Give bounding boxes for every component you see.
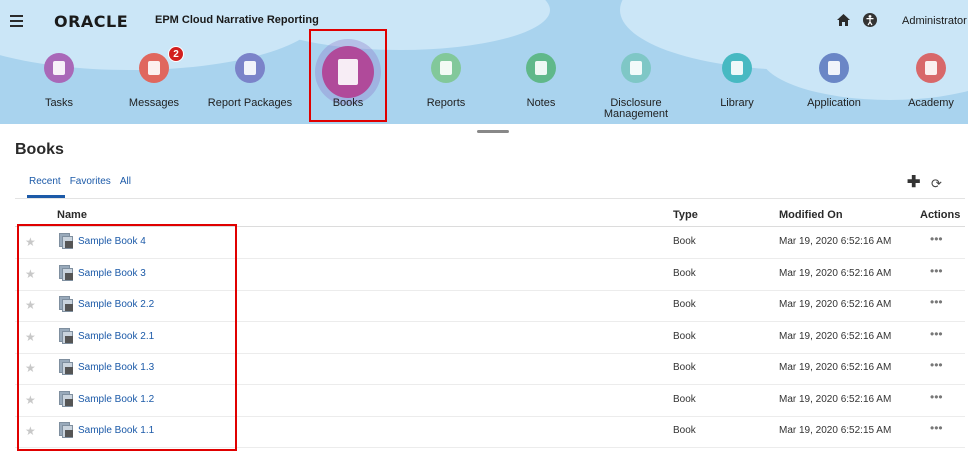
report-packages-icon [235,53,265,83]
row-actions-menu-icon[interactable]: ••• [930,295,943,309]
row-actions-menu-icon[interactable]: ••• [930,390,943,404]
top-banner: ORACLE EPM Cloud Narrative Reporting Adm… [0,0,968,124]
nav-item-reports[interactable]: Reports [396,40,496,124]
nav-item-label: Notes [526,97,556,109]
row-actions-menu-icon[interactable]: ••• [930,358,943,372]
top-bar: ORACLE EPM Cloud Narrative Reporting Adm… [0,0,968,38]
application-icon [819,53,849,83]
column-header-modified[interactable]: Modified On [779,209,843,221]
book-type: Book [673,362,696,373]
refresh-icon[interactable]: ⟳ [931,177,942,191]
book-type: Book [673,267,696,279]
nav-item-disclosure-management[interactable]: Disclosure Management [586,40,686,124]
book-type: Book [673,330,696,342]
column-header-type[interactable]: Type [673,209,698,221]
nav-item-label: Report Packages [207,97,293,109]
tab-recent[interactable]: Recent [29,176,61,187]
add-icon[interactable]: ✚ [907,175,920,191]
row-actions-menu-icon[interactable]: ••• [930,232,943,246]
notes-icon [526,53,556,83]
messages-count-badge: 2 [168,46,184,62]
nav-item-application[interactable]: Application [784,40,884,124]
messages-icon [139,53,169,83]
reports-icon [431,53,461,83]
tab-favorites[interactable]: Favorites [70,176,111,187]
disclosure-management-icon [621,53,651,83]
user-menu[interactable]: Administrator ▾ [902,14,968,27]
oracle-logo: ORACLE [54,12,129,31]
modified-on: Mar 19, 2020 6:52:15 AM [779,425,892,436]
book-type: Book [673,236,696,247]
modified-on: Mar 19, 2020 6:52:16 AM [779,299,892,310]
row-actions-menu-icon[interactable]: ••• [930,264,943,278]
column-header-actions: Actions [920,209,961,221]
accessibility-icon[interactable] [863,13,877,27]
modified-on: Mar 19, 2020 6:52:16 AM [779,267,892,279]
rows-highlight-box [17,224,237,451]
nav-item-notes[interactable]: Notes [491,40,591,124]
modified-on: Mar 19, 2020 6:52:16 AM [779,393,892,405]
nav-item-label: Application [807,97,861,109]
row-actions-menu-icon[interactable]: ••• [930,327,943,341]
library-icon [722,53,752,83]
modified-on: Mar 19, 2020 6:52:16 AM [779,330,892,342]
books-highlight-box [309,29,387,122]
app-title: EPM Cloud Narrative Reporting [155,14,319,26]
panel-splitter-handle[interactable] [477,130,509,133]
nav-item-label: Tasks [44,97,74,109]
row-actions-menu-icon[interactable]: ••• [930,421,943,435]
modified-on: Mar 19, 2020 6:52:16 AM [779,362,892,373]
tab-all[interactable]: All [120,176,131,187]
nav-item-label: Academy [908,97,954,109]
home-icon[interactable] [837,14,850,26]
academy-icon [916,53,946,83]
tabs-divider [15,198,965,199]
nav-item-label: Disclosure Management [603,97,669,120]
nav-item-label: Library [720,97,754,109]
column-header-name[interactable]: Name [57,209,87,221]
hamburger-menu-icon[interactable] [10,15,23,27]
book-type: Book [673,393,696,405]
book-type: Book [673,425,696,436]
page-title: Books [15,141,64,158]
tasks-icon [44,53,74,83]
book-type: Book [673,299,696,310]
nav-item-academy[interactable]: Academy [881,40,968,124]
nav-item-tasks[interactable]: Tasks [9,40,109,124]
nav-item-report-packages[interactable]: Report Packages [200,40,300,124]
app-root: ORACLE EPM Cloud Narrative Reporting Adm… [0,0,968,455]
view-tabs: Recent Favorites All [29,176,131,187]
nav-item-label: Reports [426,97,466,109]
nav-item-messages[interactable]: 2 Messages [104,40,204,124]
nav-item-library[interactable]: Library [687,40,787,124]
modified-on: Mar 19, 2020 6:52:16 AM [779,236,892,247]
nav-item-label: Messages [128,97,180,109]
